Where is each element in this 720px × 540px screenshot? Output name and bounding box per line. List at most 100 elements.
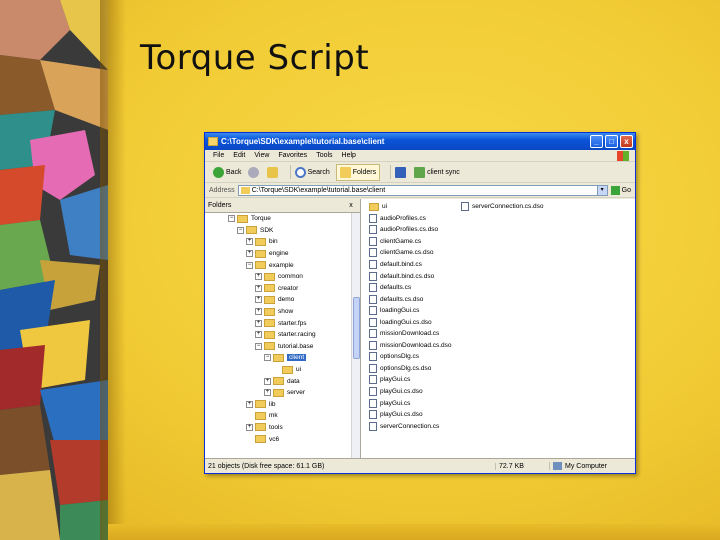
file-item[interactable]: audioProfiles.cs	[369, 213, 452, 225]
collapse-icon[interactable]: −	[264, 354, 271, 362]
file-item[interactable]: default.bind.cs	[369, 259, 452, 271]
forward-button[interactable]	[247, 166, 261, 178]
status-bar: 21 objects (Disk free space: 61.1 GB) 72…	[205, 458, 635, 473]
folder-icon	[255, 261, 266, 270]
folder-icon	[273, 388, 284, 397]
search-button[interactable]: Search	[294, 166, 330, 178]
menu-view[interactable]: View	[254, 152, 269, 159]
expand-icon[interactable]: +	[255, 296, 262, 304]
file-item[interactable]: loadingGui.cs.dso	[369, 316, 452, 328]
file-item[interactable]: missionDownload.cs	[369, 328, 452, 340]
menu-help[interactable]: Help	[342, 152, 356, 159]
folders-pane-header: Folders x	[205, 199, 360, 213]
tree-item[interactable]: − tutorial.base	[205, 341, 351, 353]
folders-button[interactable]: Folders	[335, 163, 381, 181]
expand-icon[interactable]: +	[255, 273, 262, 281]
client-sync-button[interactable]: client sync	[414, 166, 460, 178]
file-item[interactable]: playGui.cs.dso	[369, 386, 452, 398]
tree-item[interactable]: + show	[205, 306, 351, 318]
file-item[interactable]: defaults.cs	[369, 282, 452, 294]
expand-icon[interactable]: +	[264, 389, 271, 397]
file-name: playGui.cs	[380, 376, 411, 384]
file-name: optionsDlg.cs	[380, 353, 420, 361]
file-item[interactable]: optionsDlg.cs	[369, 351, 452, 363]
file-item[interactable]: optionsDlg.cs.dso	[369, 363, 452, 375]
tree-item[interactable]: − Torque	[205, 213, 351, 225]
tree-item[interactable]: − SDK	[205, 225, 351, 237]
expand-icon[interactable]: +	[246, 400, 253, 408]
folder-icon	[264, 307, 275, 316]
views-button[interactable]	[395, 166, 408, 178]
file-column: ui audioProfiles.cs audioProfiles.cs.dso cl…	[369, 201, 452, 432]
expand-icon[interactable]: +	[264, 377, 271, 385]
file-item[interactable]: defaults.cs.dso	[369, 293, 452, 305]
folders-pane-close-button[interactable]: x	[346, 202, 356, 209]
tree-item[interactable]: vc6	[205, 433, 351, 445]
tree-item-label: starter.fps	[278, 319, 307, 327]
tree-item[interactable]: mk	[205, 410, 351, 422]
tree-item[interactable]: + starter.fps	[205, 317, 351, 329]
status-zone: My Computer	[549, 462, 635, 470]
maximize-button[interactable]: □	[605, 135, 618, 148]
back-label: Back	[226, 168, 242, 176]
tree-item[interactable]: − client	[205, 352, 351, 364]
tree-item[interactable]: + tools	[205, 422, 351, 434]
expand-icon[interactable]: +	[246, 250, 253, 258]
tree-item[interactable]: + server	[205, 387, 351, 399]
file-item[interactable]: serverConnection.cs	[369, 420, 452, 432]
tree-item[interactable]: + bin	[205, 236, 351, 248]
tree-item[interactable]: + lib	[205, 399, 351, 411]
scrollbar-thumb[interactable]	[353, 297, 360, 359]
close-button[interactable]: x	[620, 135, 633, 148]
expand-icon[interactable]: +	[255, 331, 262, 339]
file-icon	[369, 398, 377, 408]
expand-icon[interactable]: +	[255, 308, 262, 316]
address-input[interactable]: C:\Torque\SDK\example\tutorial.base\clie…	[237, 184, 598, 196]
tree-item[interactable]: − example	[205, 259, 351, 271]
toolbar-separator	[390, 165, 392, 179]
file-item[interactable]: playGui.cs.dso	[369, 409, 452, 421]
up-button[interactable]	[266, 166, 280, 178]
file-item[interactable]: serverConnection.cs.dso	[461, 201, 544, 213]
tree-item[interactable]: + engine	[205, 248, 351, 260]
tree-item[interactable]: + demo	[205, 294, 351, 306]
tree-item[interactable]: + starter.racing	[205, 329, 351, 341]
file-item[interactable]: missionDownload.cs.dso	[369, 340, 452, 352]
file-name: missionDownload.cs.dso	[380, 341, 452, 349]
file-item[interactable]: playGui.cs	[369, 374, 452, 386]
expand-icon[interactable]: +	[255, 284, 262, 292]
expand-icon[interactable]: +	[246, 238, 253, 246]
folder-icon	[264, 295, 275, 304]
collapse-icon[interactable]: −	[228, 215, 235, 223]
menu-file[interactable]: File	[213, 152, 224, 159]
title-bar[interactable]: C:\Torque\SDK\example\tutorial.base\clie…	[205, 133, 635, 150]
back-button[interactable]: Back	[213, 166, 242, 178]
collapse-icon[interactable]: −	[255, 342, 262, 350]
menu-tools[interactable]: Tools	[316, 152, 332, 159]
file-item[interactable]: loadingGui.cs	[369, 305, 452, 317]
collapse-icon[interactable]: −	[237, 226, 244, 234]
search-label: Search	[307, 168, 330, 176]
menu-favorites[interactable]: Favorites	[278, 152, 307, 159]
tree-item[interactable]: ui	[205, 364, 351, 376]
folders-scrollbar[interactable]	[351, 213, 360, 458]
window-title: C:\Torque\SDK\example\tutorial.base\clie…	[221, 137, 385, 146]
file-item[interactable]: clientGame.cs	[369, 236, 452, 248]
go-button[interactable]: Go	[610, 185, 631, 195]
minimize-button[interactable]: _	[590, 135, 603, 148]
tree-item[interactable]: + data	[205, 375, 351, 387]
expand-icon[interactable]: +	[246, 423, 253, 431]
file-item[interactable]: clientGame.cs.dso	[369, 247, 452, 259]
file-item[interactable]: playGui.cs	[369, 397, 452, 409]
expand-icon[interactable]: +	[255, 319, 262, 327]
tree-item[interactable]: + common	[205, 271, 351, 283]
tree-item-label: vc6	[269, 435, 280, 443]
tree-item[interactable]: + creator	[205, 283, 351, 295]
file-icon	[369, 375, 377, 385]
file-item[interactable]: ui	[369, 201, 452, 213]
file-item[interactable]: default.bind.cs.dso	[369, 270, 452, 282]
menu-edit[interactable]: Edit	[233, 152, 245, 159]
address-dropdown-button[interactable]: ▾	[596, 184, 608, 196]
collapse-icon[interactable]: −	[246, 261, 253, 269]
file-item[interactable]: audioProfiles.cs.dso	[369, 224, 452, 236]
